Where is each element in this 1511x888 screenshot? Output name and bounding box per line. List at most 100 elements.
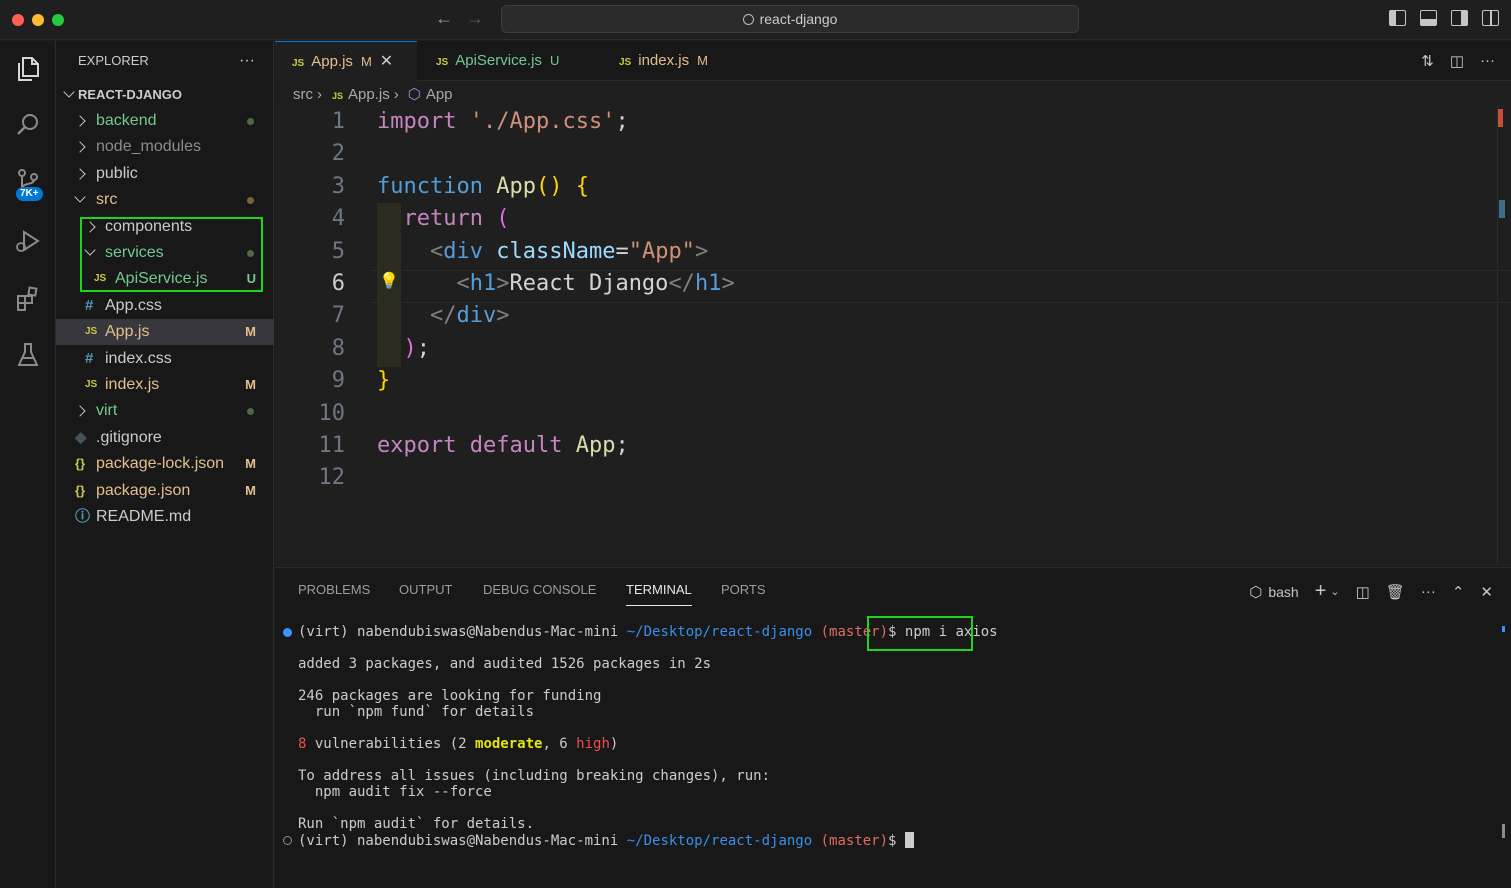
javascript-file-icon: JS	[292, 58, 305, 69]
line-number: 7	[331, 303, 345, 328]
code-line-9: }	[377, 368, 390, 393]
tree-item-node-modules[interactable]: node_modules	[56, 134, 274, 160]
tree-item-public[interactable]: public	[56, 161, 274, 187]
tree-item-index-css[interactable]: # index.css	[56, 346, 274, 372]
run-debug-activity[interactable]	[0, 217, 56, 265]
maximize-panel-icon[interactable]: ⌃	[1452, 583, 1465, 601]
line-number: 3	[331, 174, 345, 199]
code-line-11: export default App;	[377, 433, 629, 458]
prompt-env: (virt) nabendubiswas@Nabendus-Mac-mini	[298, 833, 627, 849]
compare-changes-icon[interactable]: ⇅	[1421, 52, 1434, 70]
json-file-icon: {}	[75, 483, 86, 498]
tree-item-src[interactable]: src	[56, 187, 274, 213]
customize-layout-icon[interactable]	[1482, 10, 1499, 26]
terminal-output-line: npm audit fix --force	[298, 784, 492, 800]
tree-item-label: package-lock.json	[96, 455, 225, 472]
line-number: 4	[331, 206, 345, 231]
tab-output[interactable]: OUTPUT	[399, 568, 452, 612]
toggle-primary-sidebar-icon[interactable]	[1389, 10, 1406, 26]
prompt-path: ~/Desktop/react-django	[626, 833, 813, 849]
scrollbar-cursor-marker	[1499, 200, 1505, 218]
tab-app-js[interactable]: JS App.js M ✕	[275, 41, 417, 81]
highlight-box-services	[80, 217, 263, 292]
git-file-icon: ◆	[75, 429, 87, 446]
trash-icon[interactable]: 🗑	[1386, 583, 1405, 601]
tab-label: App.js	[311, 53, 353, 70]
tab-terminal[interactable]: TERMINAL	[626, 568, 692, 612]
json-file-icon: {}	[75, 456, 86, 471]
tree-item-package-lock-json[interactable]: {} package-lock.json M	[56, 451, 274, 477]
punctuation: </	[668, 271, 695, 296]
jsx-attribute: className	[496, 239, 616, 264]
terminal-scrollbar[interactable]	[1502, 824, 1505, 838]
line-number: 10	[318, 401, 346, 426]
toggle-panel-icon[interactable]	[1420, 10, 1437, 26]
jsx-tag: h1	[469, 271, 497, 296]
extensions-activity[interactable]	[0, 275, 56, 323]
tab-debug-console[interactable]: DEBUG CONSOLE	[483, 568, 596, 612]
forward-arrow-icon[interactable]: →	[466, 8, 484, 29]
more-actions-icon[interactable]: ···	[239, 41, 255, 81]
workspace-root[interactable]: REACT-DJANGO	[56, 82, 274, 108]
files-icon	[18, 57, 39, 81]
git-status-modified: M	[245, 456, 256, 471]
tab-problems[interactable]: PROBLEMS	[298, 568, 370, 612]
explorer-activity[interactable]	[0, 45, 56, 93]
tree-item-app-css[interactable]: # App.css	[56, 293, 274, 319]
search-icon	[17, 114, 38, 135]
tab-apiservice-js[interactable]: JS ApiService.js U	[418, 41, 600, 81]
more-actions-icon[interactable]: ···	[1421, 583, 1436, 600]
tab-index-js[interactable]: JS index.js M	[601, 41, 741, 81]
code-line-7: </div>	[377, 303, 510, 328]
code-editor[interactable]: 💡 1 2 3 4 5 6 7 8 9 10 11 12 import './A…	[275, 105, 1511, 566]
new-terminal-icon[interactable]: +	[1315, 580, 1327, 603]
terminal-output-line: To address all issues (including breakin…	[298, 768, 771, 784]
tree-item-readme-md[interactable]: ⓘ README.md	[56, 504, 274, 530]
breadcrumb-folder[interactable]: src	[293, 86, 313, 103]
split-editor-icon[interactable]: ◫	[1450, 52, 1464, 70]
punctuation: ;	[615, 109, 629, 134]
line-number: 6	[331, 271, 345, 296]
command-center-search[interactable]: react-django	[501, 5, 1079, 33]
breadcrumb-file[interactable]: App.js	[348, 86, 390, 103]
punctuation: )	[403, 336, 417, 361]
tree-item-gitignore[interactable]: ◆ .gitignore	[56, 425, 274, 451]
code-line-5: <div className="App">	[377, 239, 708, 264]
close-window-button[interactable]	[12, 14, 24, 26]
split-terminal-icon[interactable]: ◫	[1356, 583, 1370, 601]
tree-item-app-js[interactable]: JS App.js M	[56, 319, 274, 345]
toggle-secondary-sidebar-icon[interactable]	[1451, 10, 1468, 26]
source-control-activity[interactable]: 7K+	[0, 157, 56, 205]
close-icon[interactable]: ✕	[1480, 583, 1493, 601]
tree-item-index-js[interactable]: JS index.js M	[56, 372, 274, 398]
code-line-6: <h1>React Django</h1>	[377, 271, 734, 296]
chevron-right-icon	[74, 405, 86, 417]
scrollbar-error-marker	[1498, 109, 1503, 127]
extensions-icon	[17, 286, 38, 311]
terminal-prompt-line: (virt) nabendubiswas@Nabendus-Mac-mini ~…	[298, 832, 914, 849]
git-status-modified: M	[245, 324, 256, 339]
function-name: App	[496, 174, 536, 199]
tab-ports[interactable]: PORTS	[721, 568, 766, 612]
more-actions-icon[interactable]: ···	[1480, 52, 1495, 70]
line-number: 9	[331, 368, 345, 393]
terminal-shell-label[interactable]: bash	[1268, 584, 1298, 600]
tree-item-virt[interactable]: virt	[56, 398, 274, 424]
title-bar: ← → react-django	[0, 0, 1511, 40]
tree-item-backend[interactable]: backend	[56, 108, 274, 134]
line-number: 2	[331, 141, 345, 166]
highlight-box-command	[867, 616, 973, 651]
vuln-text: , 6	[542, 736, 577, 752]
tree-item-package-json[interactable]: {} package.json M	[56, 478, 274, 504]
testing-activity[interactable]	[0, 331, 56, 379]
breadcrumb-symbol[interactable]: App	[426, 86, 453, 103]
command-success-marker	[283, 628, 292, 637]
prompt-branch: (master)	[812, 833, 889, 849]
maximize-window-button[interactable]	[52, 14, 64, 26]
close-icon[interactable]: ✕	[380, 53, 393, 70]
chevron-down-icon[interactable]: ⌄	[1330, 585, 1339, 598]
back-arrow-icon[interactable]: ←	[435, 8, 453, 29]
editor-scrollbar[interactable]	[1497, 105, 1511, 566]
minimize-window-button[interactable]	[32, 14, 44, 26]
search-activity[interactable]	[0, 101, 56, 149]
